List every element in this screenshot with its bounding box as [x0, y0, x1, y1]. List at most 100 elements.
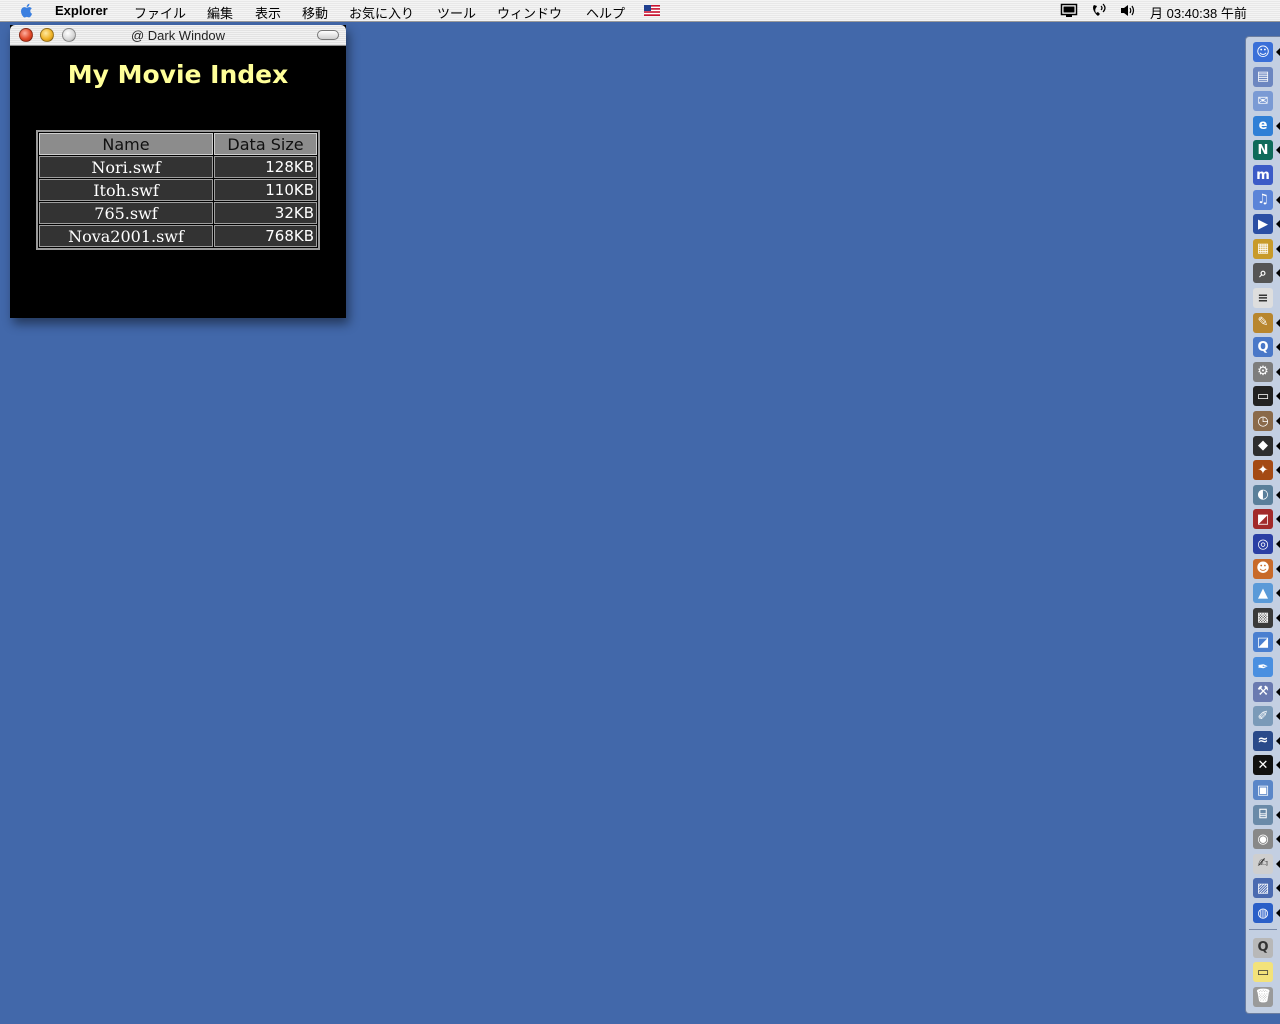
netscape-icon-glyph: N	[1253, 140, 1273, 161]
film-icon-glyph: ▩	[1253, 607, 1273, 628]
volume-icon[interactable]	[1119, 3, 1137, 18]
column-header-name: Name	[39, 133, 213, 155]
mail-icon[interactable]: ✉	[1250, 90, 1276, 112]
folder-icon[interactable]: ▣	[1250, 779, 1276, 801]
apple-menu-icon[interactable]	[19, 2, 35, 19]
portrait-icon-glyph: ☻	[1253, 558, 1273, 579]
window-title-bar[interactable]: @ Dark Window	[10, 25, 346, 46]
globe-icon[interactable]: ◎	[1250, 533, 1280, 555]
portrait-icon[interactable]: ☻	[1250, 558, 1280, 580]
display-icon[interactable]	[1060, 3, 1078, 18]
running-indicator	[1276, 712, 1280, 721]
running-indicator	[1276, 589, 1280, 598]
running-indicator	[1276, 613, 1280, 622]
menu-file[interactable]: ファイル	[134, 3, 186, 22]
running-indicator	[1276, 441, 1280, 450]
x-icon[interactable]: ✕	[1250, 754, 1280, 776]
table-row: Nori.swf 128KB	[39, 156, 317, 178]
scanner-icon[interactable]: ⌸	[1250, 804, 1280, 826]
pen-icon-glyph: ✒	[1253, 657, 1273, 677]
trash-icon-glyph: 🗑	[1253, 986, 1273, 1007]
system-prefs-icon-glyph: ⚙	[1253, 361, 1273, 382]
image-icon-glyph: ◪	[1253, 632, 1273, 653]
menu-go[interactable]: 移動	[302, 3, 328, 22]
tool-icon[interactable]: ⚒	[1250, 681, 1280, 703]
tool-icon-glyph: ⚒	[1253, 681, 1273, 702]
menu-help[interactable]: ヘルプ	[586, 3, 625, 22]
photo-tool-icon-glyph: ▨	[1253, 878, 1273, 899]
flash-icon[interactable]: ◐	[1250, 484, 1280, 506]
notepad-icon-glyph: ✍	[1253, 853, 1273, 874]
app-m-icon[interactable]: m	[1250, 164, 1276, 186]
disk-icon[interactable]: ▤	[1250, 66, 1276, 88]
pen-icon[interactable]: ✒	[1250, 656, 1276, 678]
running-indicator	[1276, 121, 1280, 130]
cube-icon[interactable]: ◆	[1250, 435, 1280, 457]
modem-phone-icon[interactable]	[1090, 3, 1108, 18]
window-title: @ Dark Window	[130, 28, 226, 43]
system-prefs-icon[interactable]: ⚙	[1250, 361, 1280, 383]
itunes-icon[interactable]: ♫	[1250, 189, 1280, 211]
clock-icon[interactable]: ◷	[1250, 410, 1280, 432]
film-icon[interactable]: ▩	[1250, 607, 1280, 629]
menu-view[interactable]: 表示	[255, 3, 281, 22]
running-indicator	[1276, 687, 1280, 696]
photo-icon[interactable]: ◩	[1250, 508, 1280, 530]
movie-icon[interactable]: ▦	[1250, 238, 1280, 260]
movie-name-cell: Itoh.swf	[39, 179, 213, 201]
landscape-icon[interactable]: ▲	[1250, 582, 1280, 604]
camera-icon[interactable]: ◉	[1250, 828, 1280, 850]
x-icon-glyph: ✕	[1253, 755, 1273, 776]
running-indicator	[1276, 466, 1280, 475]
quicktime-icon[interactable]: Q	[1250, 336, 1280, 358]
running-indicator	[1276, 810, 1280, 819]
running-indicator	[1276, 761, 1280, 770]
menu-bar: Explorer ファイル 編集 表示 移動 お気に入り ツール ウィンドウ ヘ…	[0, 0, 1280, 22]
menu-clock[interactable]: 月 03:40:38 午前	[1150, 3, 1247, 22]
finder-icon[interactable]: ☺	[1250, 41, 1280, 63]
running-indicator	[1276, 540, 1280, 548]
running-indicator	[1276, 195, 1280, 204]
dino-icon[interactable]: ✦	[1250, 459, 1280, 481]
running-indicator	[1276, 564, 1280, 573]
clapper-icon[interactable]: ▶	[1250, 213, 1280, 235]
menu-favorites[interactable]: お気に入り	[349, 3, 414, 22]
camera-icon-glyph: ◉	[1253, 829, 1273, 850]
menu-edit[interactable]: 編集	[207, 3, 233, 22]
running-indicator	[1276, 515, 1280, 524]
terminal-icon[interactable]: ▭	[1250, 385, 1280, 407]
app-menu[interactable]: Explorer	[55, 3, 108, 18]
movie-icon-glyph: ▦	[1253, 238, 1273, 259]
photo-tool-icon[interactable]: ▨	[1250, 877, 1280, 899]
sherlock-icon[interactable]: ⌕	[1250, 262, 1280, 284]
page-heading: My Movie Index	[67, 60, 289, 89]
menu-tools[interactable]: ツール	[437, 3, 476, 22]
wave-icon[interactable]: ≈	[1250, 730, 1280, 752]
movie-size-cell: 768KB	[214, 225, 317, 247]
document-icon[interactable]: ≡	[1250, 287, 1276, 309]
notepad-icon[interactable]: ✍	[1250, 853, 1280, 875]
internet-explorer-icon[interactable]: e	[1250, 115, 1280, 137]
page-content: My Movie Index Name Data Size Nori.swf 1…	[10, 46, 346, 318]
network-icon[interactable]: ◍	[1250, 902, 1280, 924]
running-indicator	[1276, 343, 1280, 352]
running-indicator	[1276, 859, 1280, 868]
trash-icon[interactable]: 🗑	[1250, 986, 1276, 1008]
stickies-icon[interactable]: ▭	[1250, 961, 1276, 983]
quicktime-player-icon[interactable]: Q	[1250, 937, 1276, 959]
netscape-icon[interactable]: N	[1250, 139, 1280, 161]
running-indicator	[1276, 367, 1280, 376]
finder-icon-glyph: ☺	[1253, 42, 1273, 62]
drawing-icon[interactable]: ✐	[1250, 705, 1280, 727]
input-language-flag-icon[interactable]	[644, 5, 660, 16]
quicktime-player-icon-glyph: Q	[1253, 937, 1273, 958]
image-icon[interactable]: ◪	[1250, 631, 1280, 653]
browser-window: @ Dark Window My Movie Index Name Data S…	[10, 25, 346, 318]
drawing-icon-glyph: ✐	[1253, 706, 1273, 727]
flash-icon-glyph: ◐	[1253, 484, 1273, 505]
sherlock-icon-glyph: ⌕	[1253, 263, 1273, 284]
menu-window[interactable]: ウィンドウ	[497, 3, 562, 22]
scanner-icon-glyph: ⌸	[1253, 804, 1273, 825]
graphic-icon[interactable]: ✎	[1250, 312, 1280, 334]
toolbar-toggle-button[interactable]	[317, 30, 339, 40]
